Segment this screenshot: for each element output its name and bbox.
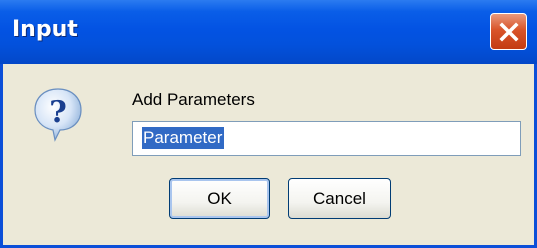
title-bar[interactable]: Input	[0, 0, 537, 64]
ok-button[interactable]: OK	[169, 178, 270, 219]
window-title: Input	[12, 17, 78, 42]
question-icon: ?	[34, 88, 82, 142]
close-button[interactable]	[490, 13, 527, 50]
cancel-button[interactable]: Cancel	[288, 178, 391, 219]
input-dialog: Input ? Add Parameters Parameter OK Canc…	[0, 0, 537, 248]
parameter-input[interactable]: Parameter	[132, 121, 521, 156]
close-icon	[498, 21, 519, 42]
svg-text:?: ?	[49, 95, 67, 130]
selected-input-text[interactable]: Parameter	[142, 127, 225, 149]
prompt-label: Add Parameters	[132, 90, 255, 109]
